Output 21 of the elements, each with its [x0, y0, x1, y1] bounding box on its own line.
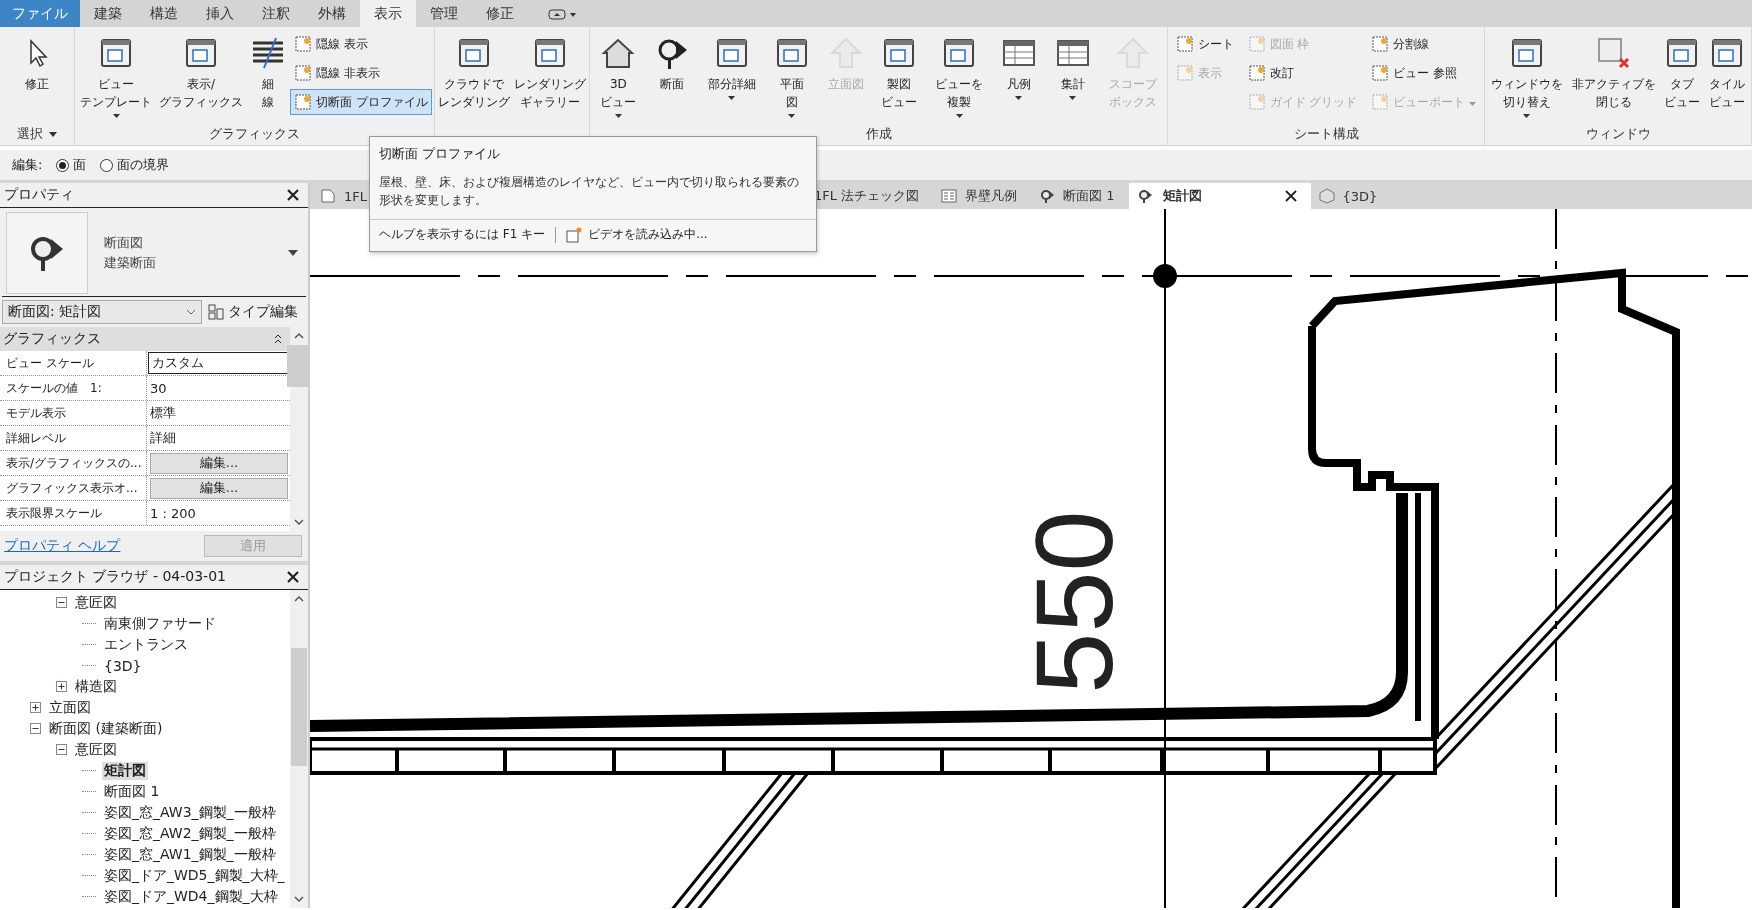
type-name: 建築断面 — [104, 254, 157, 272]
property-value: 30 — [149, 379, 168, 398]
tooltip-description: 屋根、壁、床、および複層構造のレイヤなど、ビュー内で切り取られる要素の形状を変更します。 — [378, 174, 800, 209]
property-name: 表示/グラフィックスの... — [0, 451, 147, 475]
property-name: 詳細レベル — [0, 426, 147, 450]
property-value: 1 : 200 — [149, 504, 197, 523]
property-value: 詳細 — [149, 429, 177, 447]
property-value: 標準 — [149, 404, 177, 422]
panel-title: プロジェクト ブラウザ - 04-03-01 — [4, 568, 226, 586]
property-name: モデル表示 — [0, 401, 147, 425]
video-status: ビデオを読み込み中... — [588, 226, 708, 243]
dimension-text: 550 — [1018, 510, 1129, 694]
type-name: 断面図 — [104, 234, 144, 252]
property-name: ビュー スケール — [0, 351, 147, 375]
property-name: スケールの値 1: — [0, 376, 147, 400]
options-label: 編集: — [12, 156, 43, 174]
help-hint: ヘルプを表示するには F1 キー — [379, 226, 546, 243]
property-name: グラフィックス表示オ... — [0, 476, 147, 500]
property-name: 表示限界スケール — [0, 501, 147, 525]
panel-title: プロパティ — [4, 186, 74, 204]
tooltip-title: 切断面 プロファイル — [378, 145, 502, 163]
